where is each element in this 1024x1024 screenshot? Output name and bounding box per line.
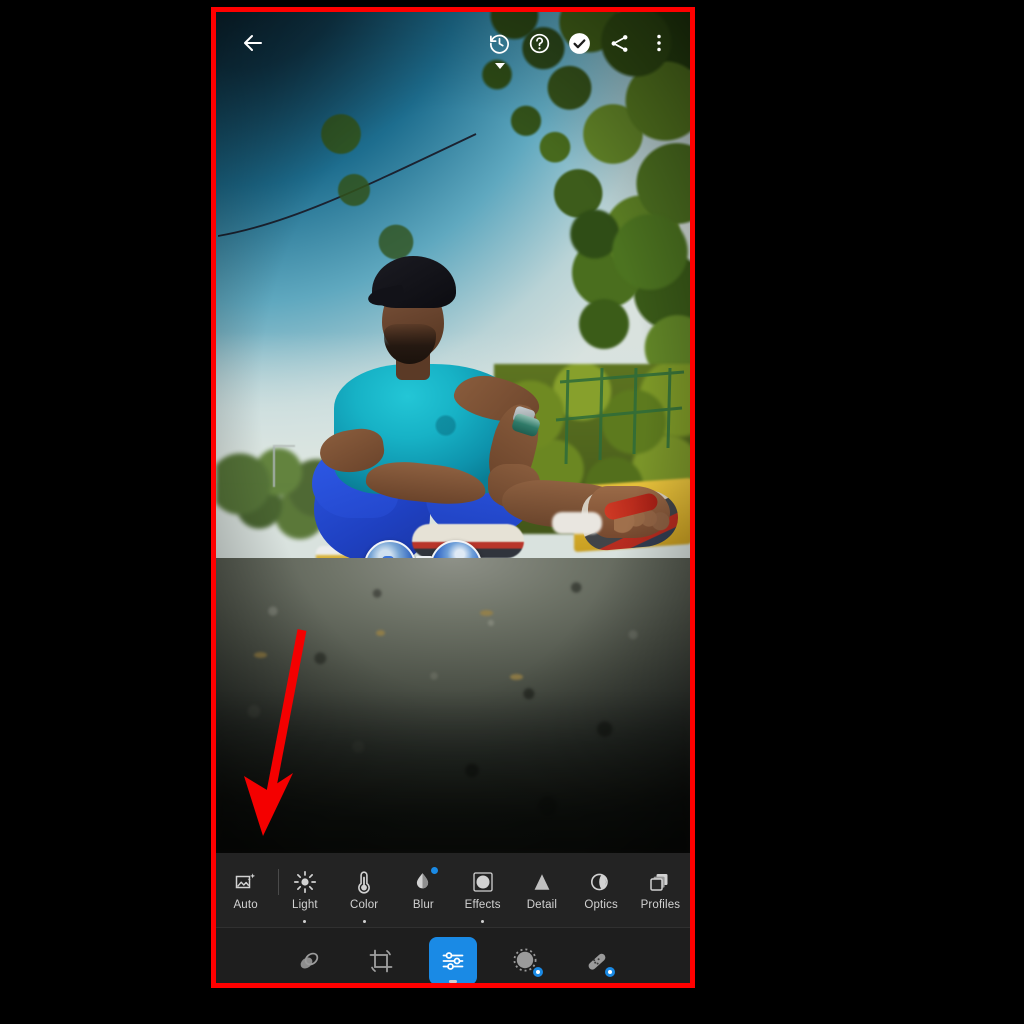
auto-enhance-icon (233, 869, 259, 895)
edit-tool-label: Color (350, 899, 379, 911)
help-button[interactable] (522, 26, 556, 60)
nav-healing-button[interactable] (573, 937, 621, 984)
thermometer-icon (351, 869, 377, 895)
red-border-highlight: Auto Light Color Blur Effects Detail Opt… (211, 7, 695, 988)
road-leaf-d (376, 630, 385, 636)
question-mark-circle-icon (529, 33, 549, 53)
arrow-left-icon (244, 35, 262, 51)
edit-tool-blur[interactable]: Blur (394, 853, 453, 927)
overflow-menu-icon (657, 34, 661, 52)
active-nav-indicator (449, 979, 457, 983)
version-history-button[interactable] (482, 26, 516, 69)
edit-tool-color[interactable]: Color (335, 853, 394, 927)
edit-tools-strip: Auto Light Color Blur Effects Detail Opt… (216, 853, 690, 927)
tool-edited-dot (481, 920, 485, 923)
nav-masking-button[interactable] (501, 937, 549, 984)
water-drop-icon (410, 866, 440, 895)
masking-badge (532, 965, 544, 978)
tool-edited-dot (303, 920, 307, 923)
nav-edit-button[interactable] (429, 936, 477, 983)
active-tool-marker (495, 63, 505, 69)
road-leaf-b (254, 652, 267, 658)
crop-rotate-icon (369, 949, 393, 972)
layers-stack-icon (647, 869, 673, 895)
edit-tool-profiles[interactable]: Profiles (631, 853, 690, 927)
share-icon (611, 34, 627, 52)
road-leaf-a (480, 610, 493, 616)
road-foreground-blur (216, 693, 690, 853)
asphalt-road (216, 558, 690, 853)
shirt-graphic (434, 412, 460, 442)
history-clock-icon (489, 34, 509, 54)
edit-tool-effects[interactable]: Effects (453, 853, 512, 927)
done-button[interactable] (562, 26, 596, 60)
more-options-button[interactable] (642, 26, 676, 60)
bottom-navigation-bar (216, 927, 690, 983)
edit-tool-optics[interactable]: Optics (572, 853, 631, 927)
edit-tool-label: Profiles (640, 899, 681, 911)
phone-screen: Auto Light Color Blur Effects Detail Opt… (216, 12, 690, 983)
sun-icon (292, 869, 318, 895)
edit-tool-label: Optics (584, 899, 618, 911)
edited-photo-preview[interactable] (216, 12, 690, 853)
road-leaf-c (510, 674, 523, 680)
back-button[interactable] (236, 26, 270, 60)
edit-tool-label: Auto (233, 899, 258, 911)
lens-icon (588, 869, 614, 895)
edit-tool-label: Blur (412, 899, 434, 911)
tool-edited-dot (362, 920, 366, 923)
nav-presets-button[interactable] (285, 937, 333, 984)
screenshot-root: Auto Light Color Blur Effects Detail Opt… (0, 0, 1024, 1024)
edit-tool-light[interactable]: Light (275, 853, 334, 927)
white-shoe-background (552, 512, 602, 534)
edit-tool-label: Light (292, 899, 318, 911)
edit-tool-label: Effects (464, 899, 501, 911)
healing-badge (604, 965, 616, 978)
edit-tool-auto[interactable]: Auto (216, 853, 275, 927)
edit-tool-label: Detail (526, 899, 558, 911)
blur-new-badge (430, 866, 440, 875)
share-button[interactable] (602, 26, 636, 60)
photo-top-bar (216, 12, 690, 74)
triangle-icon (529, 869, 555, 895)
check-circle-filled-icon (568, 32, 590, 54)
nav-crop-button[interactable] (357, 937, 405, 984)
edit-tool-detail[interactable]: Detail (512, 853, 571, 927)
vignette-frame-icon (470, 869, 496, 895)
sliders-icon (442, 951, 464, 970)
presets-circles-icon (300, 952, 319, 968)
